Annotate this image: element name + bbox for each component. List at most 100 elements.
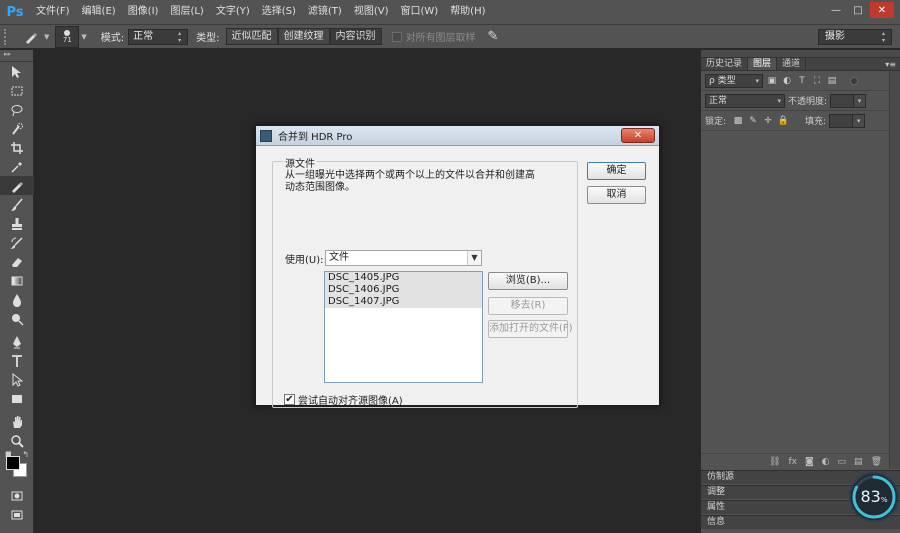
swap-colors-icon[interactable]: ↰ bbox=[22, 450, 29, 459]
screen-mode-icon[interactable] bbox=[0, 505, 34, 524]
menu-select[interactable]: 选择(S) bbox=[256, 0, 302, 24]
fill-dropdown-icon[interactable]: ▾ bbox=[853, 113, 866, 128]
quick-selection-tool-icon[interactable] bbox=[0, 119, 34, 138]
type-tool-icon[interactable] bbox=[0, 351, 34, 370]
marquee-tool-icon[interactable] bbox=[0, 81, 34, 100]
source-file-list[interactable]: DSC_1405.JPG DSC_1406.JPG DSC_1407.JPG bbox=[324, 271, 483, 383]
clone-stamp-tool-icon[interactable] bbox=[0, 214, 34, 233]
type-content-aware-button[interactable]: 内容识别 bbox=[329, 28, 382, 45]
filter-pixel-icon[interactable]: ▣ bbox=[766, 75, 778, 87]
new-layer-icon[interactable]: ▤ bbox=[854, 457, 863, 467]
lock-position-icon[interactable]: ✛ bbox=[762, 115, 774, 127]
path-selection-tool-icon[interactable] bbox=[0, 370, 34, 389]
file-list-item[interactable]: DSC_1407.JPG bbox=[325, 296, 482, 308]
photoshop-app: Ps 文件(F) 编辑(E) 图像(I) 图层(L) 文字(Y) 选择(S) 滤… bbox=[0, 0, 900, 533]
add-open-files-button[interactable]: 添加打开的文件(F) bbox=[488, 320, 573, 338]
menu-filter[interactable]: 滤镜(T) bbox=[302, 0, 348, 24]
tool-preset-caret-icon[interactable]: ▼ bbox=[44, 33, 49, 41]
foreground-color-swatch[interactable] bbox=[6, 456, 20, 470]
eraser-tool-icon[interactable] bbox=[0, 252, 34, 271]
add-mask-icon[interactable]: ◙ bbox=[805, 457, 814, 467]
cancel-button[interactable]: 取消 bbox=[587, 186, 646, 204]
brush-picker-caret-icon[interactable]: ▼ bbox=[81, 33, 86, 41]
type-proximity-match-button[interactable]: 近似匹配 bbox=[225, 28, 278, 45]
panel-dock-header[interactable] bbox=[701, 50, 900, 58]
options-bar-grip[interactable] bbox=[4, 28, 10, 45]
remove-button[interactable]: 移去(R) bbox=[488, 297, 568, 315]
move-tool-icon[interactable] bbox=[0, 62, 34, 81]
blend-mode-select[interactable]: 正常 bbox=[705, 93, 785, 108]
adjustment-layer-icon[interactable]: ◐ bbox=[822, 457, 830, 467]
layers-footer-toolbar: ⛓ fx ◙ ◐ ▭ ▤ 🗑 bbox=[701, 453, 890, 469]
crop-tool-icon[interactable] bbox=[0, 138, 34, 157]
pressure-size-icon[interactable]: ✎ bbox=[488, 29, 499, 44]
auto-align-checkbox[interactable]: ✔ bbox=[284, 394, 295, 405]
file-list-item[interactable]: DSC_1405.JPG bbox=[325, 272, 482, 284]
link-layers-icon[interactable]: ⛓ bbox=[769, 457, 780, 467]
trash-icon[interactable]: 🗑 bbox=[871, 457, 882, 467]
close-window-button[interactable]: ✕ bbox=[870, 2, 894, 18]
gradient-tool-icon[interactable] bbox=[0, 271, 34, 290]
layer-filter-select[interactable]: ρ 类型 bbox=[705, 73, 763, 88]
filter-toggle-icon[interactable] bbox=[850, 76, 858, 85]
tab-history[interactable]: 历史记录 bbox=[701, 58, 749, 70]
fill-field[interactable] bbox=[829, 113, 854, 128]
menu-help[interactable]: 帮助(H) bbox=[444, 0, 491, 24]
filter-adjustment-icon[interactable]: ◐ bbox=[781, 75, 793, 87]
healing-brush-tool-icon[interactable] bbox=[0, 176, 34, 195]
spot-healing-brush-icon[interactable] bbox=[18, 27, 44, 47]
rectangle-tool-icon[interactable] bbox=[0, 389, 34, 408]
fx-icon[interactable]: fx bbox=[788, 457, 797, 467]
use-select[interactable]: 文件 ▼ bbox=[325, 250, 482, 266]
progress-unit: % bbox=[880, 496, 888, 504]
workspace-select[interactable]: 摄影 bbox=[818, 29, 892, 45]
dialog-titlebar[interactable]: 合并到 HDR Pro ✕ bbox=[256, 126, 659, 146]
lock-image-icon[interactable]: ✎ bbox=[747, 115, 759, 127]
eyedropper-tool-icon[interactable] bbox=[0, 157, 34, 176]
menu-file[interactable]: 文件(F) bbox=[30, 0, 76, 24]
blur-tool-icon[interactable] bbox=[0, 290, 34, 309]
type-create-texture-button[interactable]: 创建纹理 bbox=[277, 28, 330, 45]
zoom-tool-icon[interactable] bbox=[0, 431, 34, 450]
opacity-field[interactable] bbox=[830, 93, 855, 108]
dialog-title: 合并到 HDR Pro bbox=[278, 132, 353, 143]
tab-channels[interactable]: 通道 bbox=[777, 58, 807, 70]
history-brush-tool-icon[interactable] bbox=[0, 233, 34, 252]
mode-select[interactable]: 正常 bbox=[128, 28, 189, 45]
sample-all-layers-checkbox[interactable] bbox=[391, 31, 402, 42]
maximize-button[interactable]: □ bbox=[848, 2, 868, 18]
minimize-button[interactable]: — bbox=[826, 2, 846, 18]
auto-align-label[interactable]: 尝试自动对齐源图像(A) bbox=[298, 392, 403, 407]
filter-type-icon[interactable]: T bbox=[796, 75, 808, 87]
file-list-item[interactable]: DSC_1406.JPG bbox=[325, 284, 482, 296]
filter-shape-icon[interactable]: ⛶ bbox=[811, 75, 823, 87]
opacity-label: 不透明度: bbox=[788, 97, 828, 107]
lock-transparent-icon[interactable]: ▩ bbox=[732, 115, 744, 127]
lock-all-icon[interactable]: 🔒 bbox=[777, 115, 789, 127]
menu-edit[interactable]: 编辑(E) bbox=[76, 0, 122, 24]
browse-button[interactable]: 浏览(B)... bbox=[488, 272, 568, 290]
brush-tool-icon[interactable] bbox=[0, 195, 34, 214]
dialog-close-button[interactable]: ✕ bbox=[621, 128, 655, 143]
menu-type[interactable]: 文字(Y) bbox=[210, 0, 256, 24]
menu-layer[interactable]: 图层(L) bbox=[164, 0, 209, 24]
new-group-icon[interactable]: ▭ bbox=[838, 457, 847, 467]
pen-tool-icon[interactable] bbox=[0, 332, 34, 351]
filter-smart-object-icon[interactable]: ▤ bbox=[826, 75, 838, 87]
brush-preset-picker[interactable]: 71 bbox=[55, 25, 80, 48]
tab-layers[interactable]: 图层 bbox=[748, 58, 778, 70]
menu-view[interactable]: 视图(V) bbox=[348, 0, 395, 24]
chevron-down-icon[interactable]: ▼ bbox=[467, 251, 481, 265]
lasso-tool-icon[interactable] bbox=[0, 100, 34, 119]
panel-menu-icon[interactable]: ▾≡ bbox=[885, 58, 896, 71]
auto-align-row: ✔ 尝试自动对齐源图像(A) bbox=[284, 392, 403, 407]
layers-scrollbar[interactable] bbox=[889, 71, 900, 469]
ok-button[interactable]: 确定 bbox=[587, 162, 646, 180]
dodge-tool-icon[interactable] bbox=[0, 309, 34, 328]
hand-tool-icon[interactable] bbox=[0, 412, 34, 431]
tools-panel-header[interactable]: ▸▸ bbox=[0, 50, 33, 62]
menu-image[interactable]: 图像(I) bbox=[122, 0, 165, 24]
opacity-dropdown-icon[interactable]: ▾ bbox=[854, 93, 867, 108]
quick-mask-icon[interactable] bbox=[0, 486, 34, 505]
menu-window[interactable]: 窗口(W) bbox=[394, 0, 444, 24]
